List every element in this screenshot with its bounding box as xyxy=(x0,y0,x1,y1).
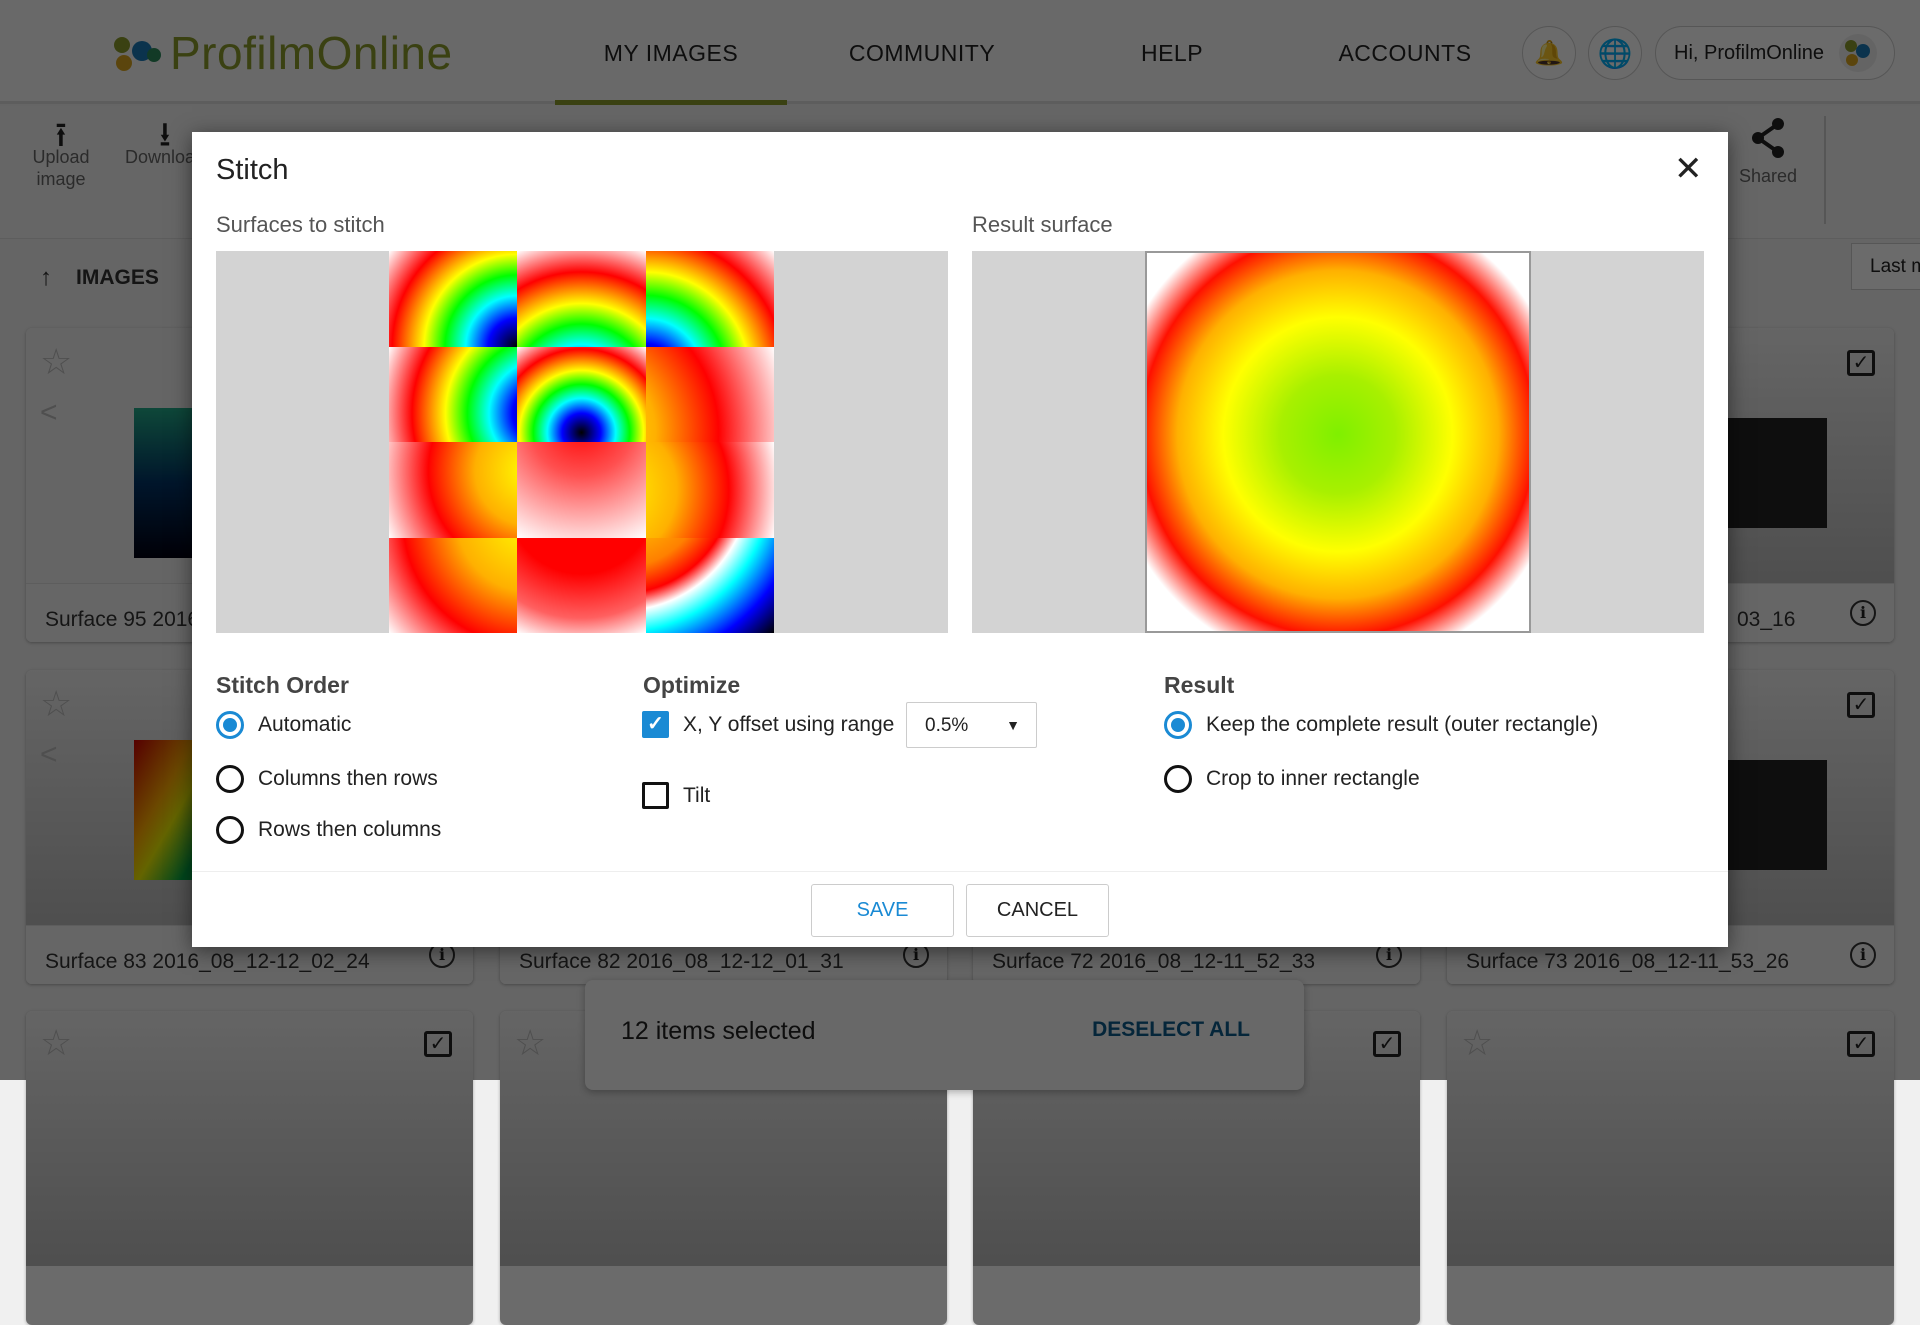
toolbar-divider xyxy=(1824,116,1826,224)
checkbox-checked-icon[interactable]: ✓ xyxy=(642,711,669,738)
checkbox-label: Tilt xyxy=(683,783,711,807)
result-preview xyxy=(972,251,1704,633)
radio-button[interactable] xyxy=(216,816,244,844)
result-surface-label: Result surface xyxy=(972,212,1113,237)
logo-icon xyxy=(114,37,161,71)
surfaces-preview xyxy=(216,251,948,633)
checkbox-label: X, Y offset using range xyxy=(683,712,895,736)
radio-automatic[interactable]: Automatic xyxy=(216,711,351,739)
user-menu[interactable]: Hi, ProfilmOnline xyxy=(1655,26,1895,80)
radio-keep-complete[interactable]: Keep the complete result (outer rectangl… xyxy=(1164,711,1598,739)
result-surface-image xyxy=(1145,251,1531,633)
surface-tile xyxy=(517,251,646,347)
surface-tile xyxy=(389,442,518,538)
close-icon[interactable]: ✕ xyxy=(1674,152,1703,186)
surface-tile xyxy=(517,346,646,442)
share-icon xyxy=(1752,118,1784,158)
cancel-button[interactable]: CANCEL xyxy=(966,884,1109,937)
range-value: 0.5% xyxy=(925,715,969,736)
share-icon[interactable]: < xyxy=(40,398,58,428)
radio-crop-inner[interactable]: Crop to inner rectangle xyxy=(1164,765,1420,793)
image-card[interactable]: ☆ ✓ xyxy=(1447,1011,1894,1325)
stitch-dialog: Stitch ✕ Surfaces to stitch Result surfa… xyxy=(192,132,1728,947)
logo-text: ProfilmOnline xyxy=(170,27,453,79)
select-checkbox[interactable]: ✓ xyxy=(1847,692,1875,718)
radio-button[interactable] xyxy=(1164,711,1192,739)
radio-label: Crop to inner rectangle xyxy=(1206,767,1420,790)
notifications-button[interactable]: 🔔 xyxy=(1522,26,1576,80)
range-dropdown[interactable]: 0.5% ▼ xyxy=(906,702,1037,748)
select-checkbox[interactable]: ✓ xyxy=(1847,350,1875,376)
optimize-heading: Optimize xyxy=(643,672,741,698)
footer-divider xyxy=(192,871,1728,872)
star-icon[interactable]: ☆ xyxy=(514,1025,546,1061)
language-button[interactable]: 🌐 xyxy=(1588,26,1642,80)
radio-columns-then-rows[interactable]: Columns then rows xyxy=(216,765,438,793)
avatar xyxy=(1839,34,1878,72)
select-checkbox[interactable]: ✓ xyxy=(1373,1031,1401,1057)
share-icon[interactable]: < xyxy=(40,740,58,770)
nav-my-images[interactable]: MY IMAGES xyxy=(604,40,738,67)
select-checkbox[interactable]: ✓ xyxy=(424,1031,452,1057)
surface-tile xyxy=(645,537,774,633)
checkbox-icon[interactable] xyxy=(642,782,669,809)
upload-icon: ⭱ xyxy=(55,116,67,154)
xy-offset-checkbox[interactable]: ✓ X, Y offset using range xyxy=(642,711,894,738)
result-heading: Result xyxy=(1164,672,1235,698)
caret-down-icon: ▼ xyxy=(1006,717,1020,733)
surface-tile xyxy=(389,251,518,347)
upload-button[interactable]: ⭱ Upload image xyxy=(26,116,96,190)
radio-button[interactable] xyxy=(216,711,244,739)
breadcrumb-images[interactable]: IMAGES xyxy=(76,266,159,290)
surface-tile xyxy=(389,346,518,442)
radio-button[interactable] xyxy=(1164,765,1192,793)
save-button[interactable]: SAVE xyxy=(811,884,954,937)
surface-tile xyxy=(389,537,518,633)
radio-label: Keep the complete result (outer rectangl… xyxy=(1206,713,1599,736)
info-icon[interactable]: i xyxy=(1850,942,1876,968)
selection-snackbar: 12 items selected DESELECT ALL xyxy=(585,980,1304,1090)
radio-label: Columns then rows xyxy=(258,767,438,790)
dialog-title: Stitch xyxy=(216,154,289,186)
nav-accounts[interactable]: ACCOUNTS xyxy=(1338,40,1471,67)
app-header: ProfilmOnline MY IMAGES COMMUNITY HELP A… xyxy=(0,0,1920,105)
radio-button[interactable] xyxy=(216,765,244,793)
star-icon[interactable]: ☆ xyxy=(1461,1025,1493,1061)
star-icon[interactable]: ☆ xyxy=(40,344,72,380)
upload-label: Upload image xyxy=(32,147,90,189)
active-tab-indicator xyxy=(555,100,787,105)
logo[interactable]: ProfilmOnline xyxy=(110,26,453,80)
bell-icon: 🔔 xyxy=(1534,39,1564,67)
deselect-all-button[interactable]: DESELECT ALL xyxy=(1092,1018,1250,1042)
surface-tile xyxy=(645,442,774,538)
surface-tile xyxy=(517,537,646,633)
surface-tile xyxy=(645,251,774,347)
nav-community[interactable]: COMMUNITY xyxy=(849,40,995,67)
radio-label: Automatic xyxy=(258,713,352,736)
up-arrow-icon[interactable]: ↑ xyxy=(40,264,52,292)
shared-label: Shared xyxy=(1738,166,1798,186)
user-greeting: Hi, ProfilmOnline xyxy=(1674,41,1825,64)
selection-count: 12 items selected xyxy=(621,1017,816,1045)
shared-button[interactable]: Shared xyxy=(1730,116,1806,187)
surface-tile xyxy=(645,346,774,442)
sort-select[interactable]: Last m xyxy=(1851,243,1920,290)
radio-rows-then-columns[interactable]: Rows then columns xyxy=(216,816,441,844)
info-icon[interactable]: i xyxy=(1850,600,1876,626)
breadcrumb: ↑ IMAGES xyxy=(40,264,159,292)
stitch-order-heading: Stitch Order xyxy=(216,672,349,698)
globe-icon: 🌐 xyxy=(1597,37,1633,69)
image-card[interactable]: ☆ ✓ xyxy=(26,1011,473,1325)
select-checkbox[interactable]: ✓ xyxy=(1847,1031,1875,1057)
nav-help[interactable]: HELP xyxy=(1141,40,1203,67)
surface-tile xyxy=(517,442,646,538)
surfaces-label: Surfaces to stitch xyxy=(216,212,385,237)
star-icon[interactable]: ☆ xyxy=(40,1025,72,1061)
tilt-checkbox[interactable]: Tilt xyxy=(642,782,710,809)
radio-label: Rows then columns xyxy=(258,818,442,841)
star-icon[interactable]: ☆ xyxy=(40,686,72,722)
